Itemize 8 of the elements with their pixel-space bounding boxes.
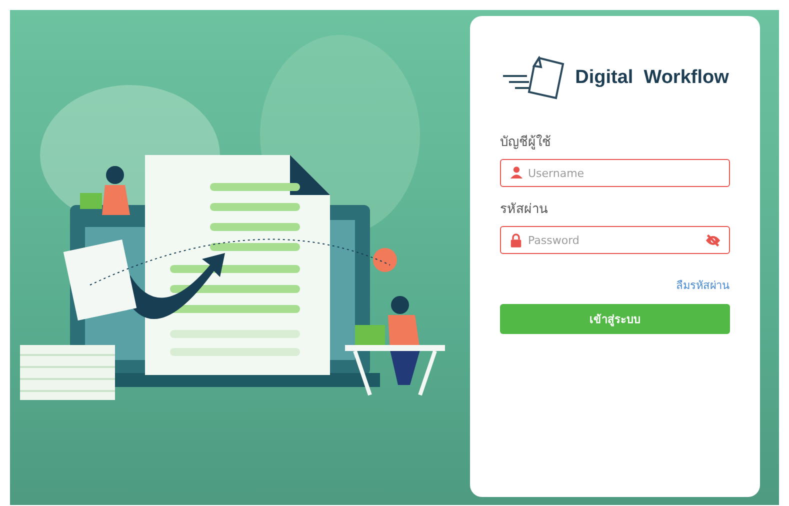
field-label: บัญชีผู้ใช้ xyxy=(500,134,552,152)
logo-text: Digital Workflow xyxy=(575,67,729,89)
field-label: รหัสผ่าน xyxy=(500,201,549,219)
login-button[interactable]: เข้าสู่ระบบ xyxy=(500,304,730,334)
eye-slash-icon[interactable] xyxy=(705,234,721,247)
password-field[interactable]: Password xyxy=(500,226,730,254)
forgot-password-link[interactable]: ลืมรหัสผ่าน xyxy=(676,276,730,294)
username-field[interactable]: Username xyxy=(500,159,730,187)
